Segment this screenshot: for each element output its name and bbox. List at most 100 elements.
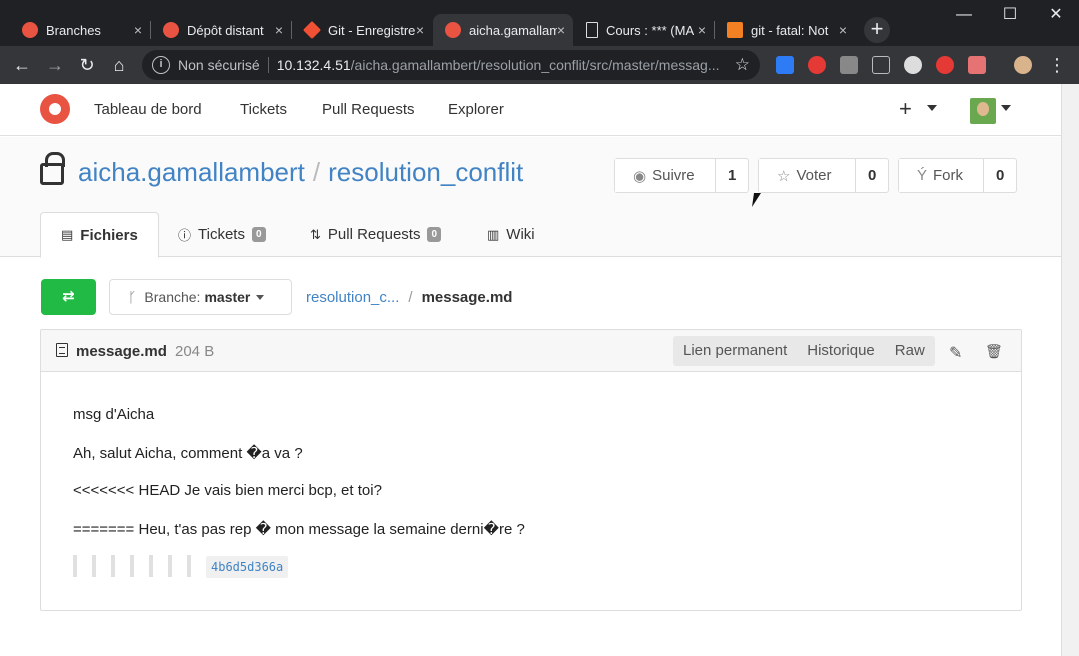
browser-tab-git-enregistrer[interactable]: Git - Enregistrer ×: [292, 14, 432, 46]
breadcrumb-separator: /: [408, 289, 413, 306]
tab-files[interactable]: ▤ Fichiers: [40, 212, 159, 258]
commit-hash-link[interactable]: 4b6d5d366a: [206, 556, 289, 578]
chevron-down-icon: [256, 294, 265, 300]
content-line: ======= Heu, t'as pas rep � mon message …: [73, 521, 525, 538]
back-icon[interactable]: ←: [10, 53, 34, 77]
browser-tab-stackoverflow[interactable]: git - fatal: Not ×: [715, 14, 855, 46]
browser-tab-depot-distant[interactable]: Dépôt distant ×: [151, 14, 291, 46]
compare-branches-button[interactable]: ⇄: [41, 279, 96, 315]
create-new-plus-icon[interactable]: +: [899, 96, 912, 122]
extension-rss-icon[interactable]: [840, 56, 858, 74]
conflict-marker-bars: [73, 555, 206, 577]
insecure-label: Non sécurisé: [178, 57, 269, 73]
close-tab-icon[interactable]: ×: [698, 22, 706, 38]
home-icon[interactable]: ⌂: [107, 53, 131, 77]
close-tab-icon[interactable]: ×: [839, 22, 847, 38]
browser-tab-cours[interactable]: Cours : *** (MAJ ×: [574, 14, 714, 46]
issues-count-badge: 0: [251, 227, 266, 242]
chevron-down-icon[interactable]: [927, 105, 937, 111]
gitea-favicon-icon: [163, 22, 179, 38]
extension-icon[interactable]: [872, 56, 890, 74]
close-tab-icon[interactable]: ×: [275, 22, 283, 38]
maximize-window-icon[interactable]: ☐: [987, 4, 1033, 26]
git-pull-request-icon: ⇅: [310, 226, 321, 242]
page-scrollbar[interactable]: [1061, 84, 1079, 656]
bookmark-star-icon[interactable]: ☆: [735, 55, 750, 75]
watch-button[interactable]: ◉ Suivre 1: [614, 158, 749, 193]
tab-issues[interactable]: ⓘ Tickets 0: [178, 212, 266, 257]
permalink-button[interactable]: Lien permanent: [673, 336, 797, 366]
tab-wiki[interactable]: ▥ Wiki: [487, 212, 535, 257]
document-favicon-icon: [586, 22, 598, 38]
star-count[interactable]: 0: [856, 159, 888, 192]
breadcrumb-repo-link[interactable]: resolution_c...: [306, 289, 399, 306]
star-icon: ☆: [777, 167, 791, 185]
fork-count[interactable]: 0: [984, 159, 1016, 192]
close-tab-icon[interactable]: ×: [416, 22, 424, 38]
edit-pencil-icon[interactable]: ✎: [949, 343, 962, 363]
extension-icon[interactable]: [936, 56, 954, 74]
nav-pull-requests[interactable]: Pull Requests: [322, 101, 415, 118]
nav-explore[interactable]: Explorer: [448, 101, 504, 118]
browser-tab-branches[interactable]: Branches ×: [10, 14, 150, 46]
tab-pull-requests[interactable]: ⇅ Pull Requests 0: [310, 212, 442, 257]
trash-icon[interactable]: 🗑: [985, 343, 1003, 360]
tab-files-label: Fichiers: [80, 226, 138, 244]
file-code-icon: ▤: [61, 227, 74, 242]
branch-prefix: Branche:: [144, 289, 201, 305]
file-text-icon: [56, 343, 68, 357]
gitea-navbar: Tableau de bord Tickets Pull Requests Ex…: [0, 84, 1061, 136]
chevron-down-icon[interactable]: [1001, 105, 1011, 111]
repo-header: aicha.gamallambert / resolution_conflit ◉ S…: [0, 137, 1061, 258]
extension-block-icon[interactable]: [808, 56, 826, 74]
issue-icon: ⓘ: [178, 228, 192, 243]
close-tab-icon[interactable]: ×: [557, 22, 565, 38]
tab-title: git - fatal: Not: [751, 22, 829, 38]
lock-icon: [40, 152, 65, 185]
address-bar[interactable]: i Non sécurisé 10.132.4.51 /aicha.gamall…: [142, 50, 760, 80]
forward-icon[interactable]: →: [43, 53, 67, 77]
history-button[interactable]: Historique: [797, 336, 885, 366]
nav-dashboard[interactable]: Tableau de bord: [94, 101, 202, 118]
browser-menu-icon[interactable]: ⋮: [1045, 53, 1069, 77]
git-favicon-icon: [302, 20, 322, 40]
star-button[interactable]: ☆ Voter 0: [758, 158, 889, 193]
profile-avatar-icon[interactable]: [1014, 56, 1032, 74]
nav-issues[interactable]: Tickets: [240, 101, 287, 118]
repo-owner-link[interactable]: aicha.gamallambert: [78, 157, 305, 187]
book-icon: ▥: [487, 226, 500, 242]
branch-value: master: [204, 289, 251, 305]
close-window-icon[interactable]: ✕: [1033, 4, 1079, 26]
branch-selector-dropdown[interactable]: ᚴ Branche: master: [109, 279, 292, 315]
new-tab-button[interactable]: +: [864, 17, 890, 43]
repo-title: aicha.gamallambert / resolution_conflit: [78, 157, 523, 188]
browser-tab-active-repo[interactable]: aicha.gamallambert ×: [433, 14, 573, 46]
extension-icon[interactable]: [904, 56, 922, 74]
fork-button[interactable]: Ý Fork 0: [898, 158, 1017, 193]
star-label: Voter: [796, 167, 832, 184]
raw-button[interactable]: Raw: [885, 336, 935, 366]
url-host: 10.132.4.51: [276, 57, 351, 73]
repo-name-link[interactable]: resolution_conflit: [328, 157, 523, 187]
watch-count[interactable]: 1: [716, 159, 748, 192]
tab-issues-label: Tickets: [198, 226, 245, 243]
site-info-icon[interactable]: i: [152, 56, 170, 74]
user-avatar[interactable]: [970, 98, 996, 124]
browser-toolbar: ← → ↻ ⌂ i Non sécurisé 10.132.4.51 /aich…: [0, 46, 1079, 84]
content-line: Ah, salut Aicha, comment �a va ?: [73, 445, 303, 462]
file-header: message.md 204 B Lien permanent Historiq…: [41, 330, 1021, 372]
file-viewer: message.md 204 B Lien permanent Historiq…: [40, 329, 1022, 611]
gitea-logo-icon[interactable]: [40, 94, 70, 124]
tab-title: Cours : *** (MAJ: [606, 22, 694, 38]
content-line: <<<<<<< HEAD Je vais bien merci bcp, et …: [73, 482, 382, 499]
breadcrumb: resolution_c... / message.md: [306, 289, 512, 306]
tab-title: aicha.gamallambert: [469, 22, 557, 38]
close-tab-icon[interactable]: ×: [134, 22, 142, 38]
extension-icon[interactable]: [776, 56, 794, 74]
file-actions: Lien permanent Historique Raw: [673, 336, 935, 366]
tab-title: Dépôt distant: [187, 22, 264, 38]
minimize-window-icon[interactable]: —: [941, 4, 987, 26]
reload-icon[interactable]: ↻: [75, 53, 99, 77]
repo-title-separator: /: [312, 157, 321, 187]
extension-icon[interactable]: [968, 56, 986, 74]
